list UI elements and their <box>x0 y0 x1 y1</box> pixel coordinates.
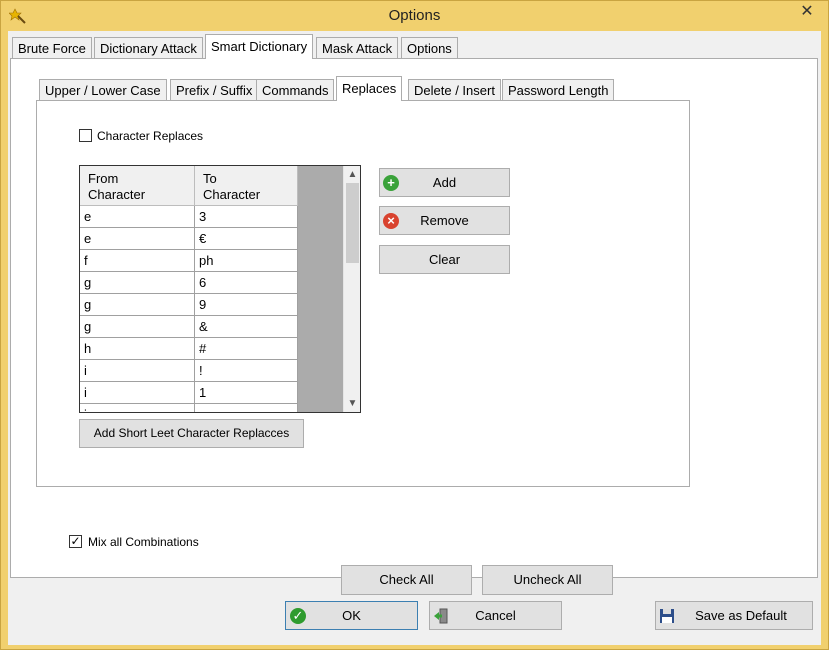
save-as-default-button[interactable]: Save as Default <box>655 601 813 630</box>
replaces-panel: Character Replaces From Character To Chara… <box>36 100 690 487</box>
cell-to[interactable]: 3 <box>195 206 298 228</box>
cell-to[interactable]: & <box>195 316 298 338</box>
clear-button[interactable]: Clear <box>379 245 510 274</box>
mix-all-combinations-label: Mix all Combinations <box>88 535 199 549</box>
smart-dictionary-panel: Upper / Lower Case Prefix / Suffix Comma… <box>10 58 818 595</box>
ok-label: OK <box>342 608 361 623</box>
table-row[interactable]: i¡ <box>80 404 298 412</box>
cell-to[interactable]: ph <box>195 250 298 272</box>
grid-body: e3e€fphg6g9g&h#i!i1i¡ <box>80 206 298 412</box>
tab-prefix-suffix[interactable]: Prefix / Suffix <box>170 79 259 101</box>
tab-brute-force[interactable]: Brute Force <box>12 37 92 59</box>
table-row[interactable]: f ph <box>80 250 298 272</box>
cell-from[interactable]: i <box>80 382 195 404</box>
tab-replaces[interactable]: Replaces <box>336 76 403 101</box>
table-row[interactable]: g9 <box>80 294 298 316</box>
close-button[interactable]: ✕ <box>790 1 824 23</box>
cell-from[interactable]: h <box>80 338 195 360</box>
table-row[interactable]: e3 <box>80 206 298 228</box>
table-row[interactable]: h # <box>80 338 298 360</box>
window-title: Options <box>388 7 441 24</box>
character-replaces-label: Character Replaces <box>97 129 204 143</box>
cancel-label: Cancel <box>475 608 516 623</box>
cell-to[interactable]: ¡ <box>195 404 298 412</box>
tab-dictionary-attack[interactable]: Dictionary Attack <box>94 37 203 59</box>
cell-from[interactable]: e <box>80 228 195 250</box>
scroll-up-arrow-icon[interactable]: ▲ <box>344 166 360 183</box>
add-button[interactable]: + Add <box>379 168 510 197</box>
table-row[interactable]: i! <box>80 360 298 382</box>
tab-password-length[interactable]: Password Length <box>502 79 615 101</box>
cell-to[interactable]: # <box>195 338 298 360</box>
column-header-to[interactable]: To Character <box>195 166 298 206</box>
remove-label: Remove <box>420 213 469 228</box>
save-as-default-label: Save as Default <box>695 608 787 623</box>
cell-from[interactable]: g <box>80 272 195 294</box>
add-label: Add <box>432 175 457 190</box>
cell-to[interactable]: € <box>195 228 298 250</box>
cell-to[interactable]: 6 <box>195 272 298 294</box>
cell-from[interactable]: g <box>80 294 195 316</box>
client-area: Brute Force Dictionary Attack Smart Dict… <box>8 31 821 645</box>
cell-from[interactable]: i <box>80 404 195 412</box>
check-all-label: Check All <box>379 572 434 587</box>
cell-from[interactable]: g <box>80 316 195 338</box>
tab-commands[interactable]: Commands <box>256 79 335 101</box>
remove-button[interactable]: × Remove <box>379 206 510 235</box>
options-window: Options ✕ Brute Force Dictionary Attack … <box>0 0 829 650</box>
check-icon: ✓ <box>290 607 306 624</box>
title-bar[interactable]: Options ✕ <box>1 1 828 31</box>
cell-from[interactable]: e <box>80 206 195 228</box>
cell-to[interactable]: 1 <box>195 382 298 404</box>
tab-smart-dictionary[interactable]: Smart Dictionary <box>205 34 314 59</box>
add-short-leet-button[interactable]: Add Short Leet Character Replacces <box>79 419 304 448</box>
uncheck-all-button[interactable]: Uncheck All <box>482 565 613 595</box>
plus-icon: + <box>383 174 399 191</box>
scroll-down-arrow-icon[interactable]: ▼ <box>344 395 360 412</box>
remove-icon: × <box>383 212 399 229</box>
character-replaces-checkbox[interactable] <box>79 129 92 142</box>
clear-label: Clear <box>428 252 461 267</box>
mix-all-combinations-checkbox[interactable]: ✓ <box>69 535 82 548</box>
cell-to[interactable]: 9 <box>195 294 298 316</box>
exit-door-icon <box>434 608 448 624</box>
tab-delete-insert[interactable]: Delete / Insert <box>408 79 501 101</box>
ok-button[interactable]: ✓ OK <box>285 601 418 630</box>
cancel-button[interactable]: Cancel <box>429 601 562 630</box>
uncheck-all-label: Uncheck All <box>513 572 582 587</box>
grid-vertical-scrollbar[interactable]: ▲ ▼ <box>343 166 360 412</box>
tab-mask-attack[interactable]: Mask Attack <box>316 37 399 59</box>
scroll-thumb[interactable] <box>346 183 359 263</box>
column-header-from[interactable]: From Character <box>80 166 195 206</box>
add-short-leet-label: Add Short Leet Character Replacces <box>93 426 290 440</box>
table-row[interactable]: g & <box>80 316 298 338</box>
floppy-disk-icon <box>660 609 674 623</box>
cell-from[interactable]: i <box>80 360 195 382</box>
cell-to[interactable]: ! <box>195 360 298 382</box>
table-row[interactable]: g6 <box>80 272 298 294</box>
cell-from[interactable]: f <box>80 250 195 272</box>
table-row[interactable]: i1 <box>80 382 298 404</box>
replaces-grid[interactable]: From Character To Character e 3 e € f ph g 6 g 9 g & h… <box>79 165 361 413</box>
check-all-button[interactable]: Check All <box>341 565 472 595</box>
grid-header: From Character To Character <box>80 166 298 206</box>
tab-options[interactable]: Options <box>401 37 458 59</box>
table-row[interactable]: e € <box>80 228 298 250</box>
tab-upper-lower-case[interactable]: Upper / Lower Case <box>39 79 167 101</box>
